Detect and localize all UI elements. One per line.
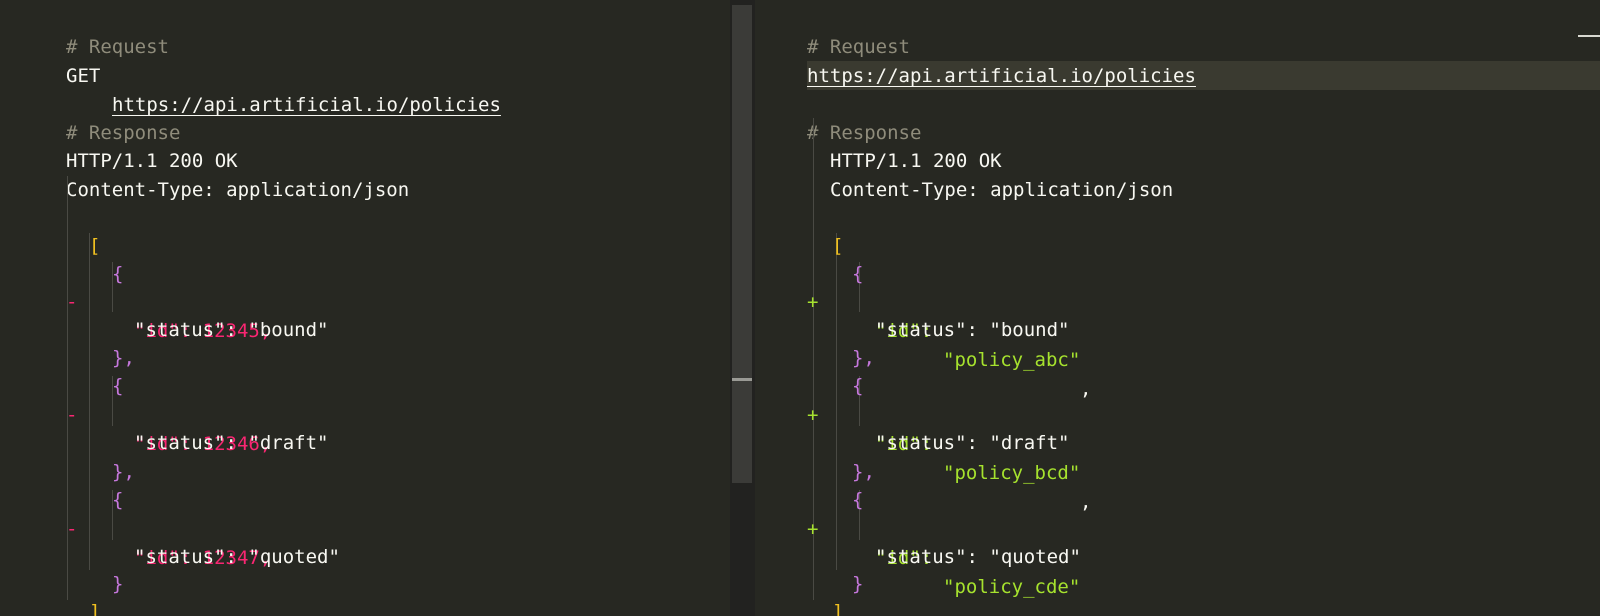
left-status-field-line: "status": "bound" (0, 287, 730, 341)
left-diff-pane[interactable]: # Request GET https://api.artificial.io/… (0, 0, 730, 616)
right-status-field-line: "status": "draft" (755, 400, 1600, 454)
right-record-close-line: }, (755, 315, 1600, 369)
right-record-close-line: } (755, 541, 1600, 595)
left-record-close-line: } (0, 541, 730, 595)
left-response-comment-line: # Response (0, 90, 730, 144)
left-record-close-line: }, (0, 429, 730, 483)
request-url-link[interactable]: https://api.artificial.io/policies (807, 62, 1196, 91)
right-added-id-line: + "id": "policy_bcd" , (755, 372, 1600, 513)
left-removed-id-line: - "id": 12347, (0, 486, 730, 569)
left-close-bracket-line: ] (0, 569, 730, 616)
left-request-line: GET https://api.artificial.io/policies (0, 33, 730, 116)
scrollbar-thumb[interactable] (732, 5, 752, 483)
overview-ruler-marker (1578, 35, 1600, 37)
left-status-field-line: "status": "quoted" (0, 514, 730, 568)
right-diff-pane[interactable]: # Request https://api.artificial.io/poli… (755, 0, 1600, 616)
left-record-close-line: }, (0, 315, 730, 369)
right-record-open-line: { (755, 231, 1600, 285)
content-type-header: Content-Type: application/json (830, 179, 1174, 201)
left-removed-id-line: - "id": 12345, (0, 259, 730, 342)
right-status-field-line: "status": "quoted" (755, 514, 1600, 568)
right-status-line: HTTP/1.1 200 OK (755, 118, 1600, 172)
comma: , (1080, 605, 1092, 616)
close-bracket: ] (832, 601, 844, 616)
right-request-comment-line: # Request (755, 4, 1600, 58)
right-response-comment-line: # Response (755, 90, 1600, 144)
left-open-bracket-line: [ (0, 203, 730, 257)
left-status-line: HTTP/1.1 200 OK (0, 118, 730, 172)
content-type-header: Content-Type: application/json (66, 179, 410, 201)
right-record-close-line: }, (755, 429, 1600, 483)
right-status-field-line: "status": "bound" (755, 287, 1600, 341)
right-content-type-line: Content-Type: application/json (755, 147, 1600, 201)
right-record-open-line: { (755, 343, 1600, 397)
http-method: GET (66, 65, 112, 87)
left-removed-id-line: - "id": 12346, (0, 372, 730, 455)
right-request-line: https://api.artificial.io/policies (755, 33, 1600, 87)
left-record-open-line: { (0, 343, 730, 397)
right-record-open-line: { (755, 457, 1600, 511)
left-record-open-line: { (0, 231, 730, 285)
right-open-bracket-line: [ (755, 203, 1600, 257)
close-bracket: ] (89, 601, 101, 616)
scrollbar-position-marker (732, 378, 752, 381)
left-request-comment-line: # Request (0, 4, 730, 58)
left-status-field-line: "status": "draft" (0, 400, 730, 454)
right-added-id-line: + "id": "policy_cde" , (755, 486, 1600, 616)
right-close-bracket-line: ] (755, 569, 1600, 616)
left-content-type-line: Content-Type: application/json (0, 147, 730, 201)
left-record-open-line: { (0, 457, 730, 511)
right-added-id-line: + "id": "policy_abc" , (755, 259, 1600, 400)
